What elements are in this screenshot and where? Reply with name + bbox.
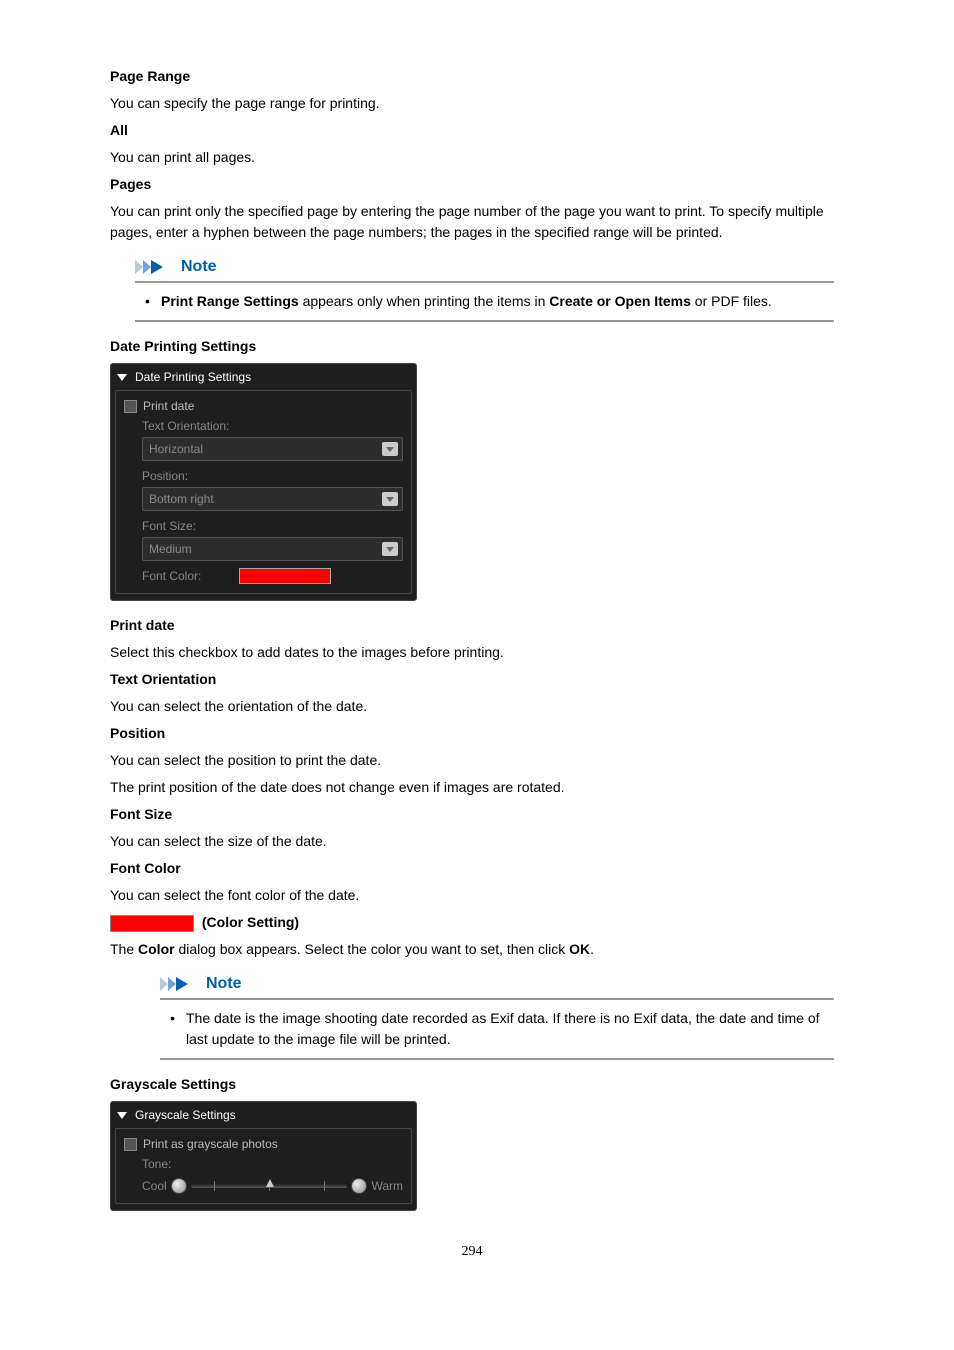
note-heading-text: Note: [206, 972, 242, 996]
panel-header-text: Grayscale Settings: [135, 1106, 236, 1124]
chevron-down-icon: [382, 492, 398, 506]
font-size-value: Medium: [149, 540, 192, 558]
date-printing-panel: Date Printing Settings Print date Text O…: [110, 363, 417, 601]
panel-header-text: Date Printing Settings: [135, 368, 251, 386]
note2-text: The date is the image shooting date reco…: [186, 1008, 834, 1050]
note-heading-text: Note: [181, 255, 217, 279]
tone-slider[interactable]: [191, 1184, 348, 1188]
all-title: All: [110, 120, 834, 141]
bullet-icon: •: [170, 1008, 186, 1029]
font-size-title: Font Size: [110, 804, 834, 825]
note-arrows-icon: [135, 260, 175, 274]
gs-title: Grayscale Settings: [110, 1074, 834, 1095]
print-date-checkbox-row[interactable]: Print date: [124, 397, 403, 415]
note1-text: Print Range Settings appears only when p…: [161, 291, 834, 312]
note-divider: [160, 998, 834, 1000]
print-grayscale-label: Print as grayscale photos: [143, 1135, 278, 1153]
font-size-select[interactable]: Medium: [142, 537, 403, 561]
disclosure-down-icon: [117, 374, 127, 381]
font-color-desc: You can select the font color of the dat…: [110, 885, 834, 906]
pages-desc: You can print only the specified page by…: [110, 201, 834, 243]
chevron-down-icon: [382, 542, 398, 556]
page-number: 294: [110, 1241, 834, 1262]
color-setting-title: (Color Setting): [110, 912, 834, 933]
page-range-desc: You can specify the page range for print…: [110, 93, 834, 114]
pages-title: Pages: [110, 174, 834, 195]
note-heading: Note: [160, 972, 834, 996]
tone-cool-label: Cool: [142, 1177, 167, 1195]
dps-title: Date Printing Settings: [110, 336, 834, 357]
font-size-label: Font Size:: [142, 517, 403, 535]
disclosure-down-icon: [117, 1112, 127, 1119]
tone-warm-knob-icon: [351, 1178, 367, 1194]
position-title: Position: [110, 723, 834, 744]
position-value: Bottom right: [149, 490, 214, 508]
note-arrows-icon: [160, 977, 200, 991]
position-desc1: You can select the position to print the…: [110, 750, 834, 771]
grayscale-panel: Grayscale Settings Print as grayscale ph…: [110, 1101, 417, 1211]
print-date-desc: Select this checkbox to add dates to the…: [110, 642, 834, 663]
tone-cool-knob-icon: [171, 1178, 187, 1194]
font-color-title: Font Color: [110, 858, 834, 879]
tone-label: Tone:: [142, 1155, 403, 1173]
font-color-label: Font Color:: [142, 567, 201, 585]
font-size-desc: You can select the size of the date.: [110, 831, 834, 852]
all-desc: You can print all pages.: [110, 147, 834, 168]
chevron-down-icon: [382, 442, 398, 456]
position-label: Position:: [142, 467, 403, 485]
panel-header[interactable]: Date Printing Settings: [111, 364, 416, 390]
tone-warm-label: Warm: [371, 1177, 403, 1195]
print-date-label: Print date: [143, 397, 194, 415]
page-range-title: Page Range: [110, 66, 834, 87]
position-select[interactable]: Bottom right: [142, 487, 403, 511]
checkbox-icon[interactable]: [124, 400, 137, 413]
position-desc2: The print position of the date does not …: [110, 777, 834, 798]
bullet-icon: •: [145, 291, 161, 312]
note-divider: [160, 1058, 834, 1060]
note-divider: [135, 320, 834, 322]
text-orientation-select[interactable]: Horizontal: [142, 437, 403, 461]
note-heading: Note: [135, 255, 834, 279]
text-orientation-desc: You can select the orientation of the da…: [110, 696, 834, 717]
text-orientation-label: Text Orientation:: [142, 417, 403, 435]
tone-slider-row[interactable]: Cool Warm: [124, 1177, 403, 1195]
color-setting-desc: The Color dialog box appears. Select the…: [110, 939, 834, 960]
print-date-title: Print date: [110, 615, 834, 636]
color-setting-swatch-icon: [110, 915, 194, 932]
text-orientation-title: Text Orientation: [110, 669, 834, 690]
panel-header[interactable]: Grayscale Settings: [111, 1102, 416, 1128]
checkbox-icon[interactable]: [124, 1138, 137, 1151]
text-orientation-value: Horizontal: [149, 440, 203, 458]
print-grayscale-checkbox-row[interactable]: Print as grayscale photos: [124, 1135, 403, 1153]
font-color-swatch[interactable]: [239, 568, 331, 584]
slider-thumb-icon[interactable]: [266, 1179, 274, 1187]
note-divider: [135, 281, 834, 283]
